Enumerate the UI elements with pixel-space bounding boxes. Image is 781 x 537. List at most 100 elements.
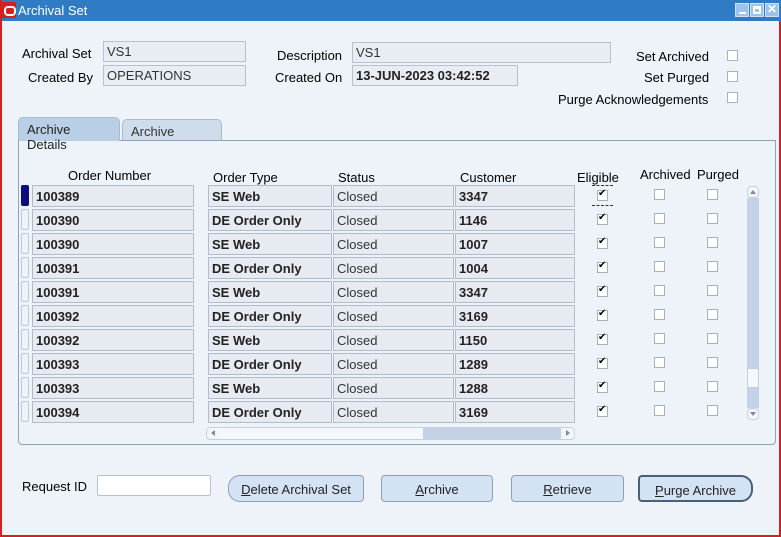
scroll-right-icon[interactable] [562, 428, 574, 439]
customer-cell[interactable]: 3347 [455, 281, 575, 303]
customer-cell[interactable]: 3169 [455, 305, 575, 327]
title-bar[interactable]: Archival Set [2, 0, 781, 21]
archival-set-field[interactable]: VS1 [103, 41, 246, 62]
order-type-cell[interactable]: DE Order Only [208, 401, 332, 423]
order-number-cell[interactable]: 100393 [32, 377, 194, 399]
status-cell[interactable]: Closed [333, 329, 454, 351]
customer-cell[interactable]: 1288 [455, 377, 575, 399]
purged-checkbox[interactable] [707, 357, 718, 368]
eligible-checkbox[interactable] [597, 260, 608, 273]
row-indicator[interactable] [21, 281, 29, 302]
status-cell[interactable]: Closed [333, 185, 454, 207]
minimize-icon[interactable] [735, 3, 749, 17]
scroll-down-icon[interactable] [747, 408, 759, 420]
customer-cell[interactable]: 3347 [455, 185, 575, 207]
archived-checkbox[interactable] [654, 285, 665, 296]
order-type-cell[interactable]: SE Web [208, 281, 332, 303]
archived-checkbox[interactable] [654, 309, 665, 320]
order-number-cell[interactable]: 100391 [32, 281, 194, 303]
archived-checkbox[interactable] [654, 237, 665, 248]
eligible-checkbox[interactable] [597, 212, 608, 225]
tab-archive-details[interactable]: Archive Details [18, 117, 120, 152]
archived-checkbox[interactable] [654, 381, 665, 392]
purge-archive-button[interactable]: Purge Archive [638, 475, 753, 502]
purged-checkbox[interactable] [707, 213, 718, 224]
row-indicator[interactable] [21, 185, 29, 206]
order-type-cell[interactable]: DE Order Only [208, 305, 332, 327]
created-on-field[interactable]: 13-JUN-2023 03:42:52 [352, 65, 518, 86]
scroll-up-icon[interactable] [747, 186, 759, 198]
order-type-cell[interactable]: SE Web [208, 185, 332, 207]
status-cell[interactable]: Closed [333, 305, 454, 327]
order-type-cell[interactable]: DE Order Only [208, 209, 332, 231]
order-number-cell[interactable]: 100393 [32, 353, 194, 375]
archive-button[interactable]: Archive [381, 475, 493, 502]
purged-checkbox[interactable] [707, 333, 718, 344]
order-number-cell[interactable]: 100391 [32, 257, 194, 279]
purged-checkbox[interactable] [707, 261, 718, 272]
purged-checkbox[interactable] [707, 381, 718, 392]
status-cell[interactable]: Closed [333, 353, 454, 375]
row-indicator[interactable] [21, 257, 29, 278]
vertical-scrollbar[interactable] [747, 186, 759, 420]
order-type-cell[interactable]: SE Web [208, 329, 332, 351]
archived-checkbox[interactable] [654, 405, 665, 416]
eligible-checkbox[interactable] [597, 380, 608, 393]
eligible-checkbox[interactable] [597, 404, 608, 417]
status-cell[interactable]: Closed [333, 377, 454, 399]
order-number-cell[interactable]: 100394 [32, 401, 194, 423]
eligible-checkbox[interactable] [597, 188, 608, 201]
row-indicator[interactable] [21, 401, 29, 422]
archived-checkbox[interactable] [654, 333, 665, 344]
purged-checkbox[interactable] [707, 285, 718, 296]
status-cell[interactable]: Closed [333, 233, 454, 255]
eligible-checkbox[interactable] [597, 356, 608, 369]
purged-checkbox[interactable] [707, 189, 718, 200]
purged-checkbox[interactable] [707, 237, 718, 248]
row-indicator[interactable] [21, 209, 29, 230]
status-cell[interactable]: Closed [333, 401, 454, 423]
customer-cell[interactable]: 1289 [455, 353, 575, 375]
scroll-thumb[interactable] [747, 368, 759, 388]
retrieve-button[interactable]: Retrieve [511, 475, 624, 502]
order-type-cell[interactable]: DE Order Only [208, 353, 332, 375]
horizontal-scroll-track[interactable] [423, 428, 561, 439]
eligible-checkbox[interactable] [597, 284, 608, 297]
customer-cell[interactable]: 3169 [455, 401, 575, 423]
close-icon[interactable] [765, 2, 779, 17]
row-indicator[interactable] [21, 305, 29, 326]
horizontal-scroll-thumb[interactable] [220, 428, 422, 439]
scroll-left-icon[interactable] [207, 428, 219, 439]
eligible-checkbox[interactable] [597, 236, 608, 249]
order-type-cell[interactable]: SE Web [208, 377, 332, 399]
eligible-checkbox[interactable] [597, 308, 608, 321]
order-number-cell[interactable]: 100392 [32, 305, 194, 327]
customer-cell[interactable]: 1150 [455, 329, 575, 351]
customer-cell[interactable]: 1007 [455, 233, 575, 255]
order-number-cell[interactable]: 100390 [32, 233, 194, 255]
request-id-input[interactable] [97, 475, 211, 496]
created-by-field[interactable]: OPERATIONS [103, 65, 246, 86]
archived-checkbox[interactable] [654, 357, 665, 368]
row-indicator[interactable] [21, 233, 29, 254]
order-number-cell[interactable]: 100389 [32, 185, 194, 207]
order-type-cell[interactable]: SE Web [208, 233, 332, 255]
set-purged-checkbox[interactable] [727, 71, 738, 82]
purged-checkbox[interactable] [707, 405, 718, 416]
row-indicator[interactable] [21, 377, 29, 398]
status-cell[interactable]: Closed [333, 209, 454, 231]
customer-cell[interactable]: 1146 [455, 209, 575, 231]
purge-acknowledgements-checkbox[interactable] [727, 92, 738, 103]
eligible-checkbox[interactable] [597, 332, 608, 345]
customer-cell[interactable]: 1004 [455, 257, 575, 279]
archived-checkbox[interactable] [654, 213, 665, 224]
status-cell[interactable]: Closed [333, 281, 454, 303]
order-number-cell[interactable]: 100390 [32, 209, 194, 231]
description-field[interactable]: VS1 [352, 42, 611, 63]
purged-checkbox[interactable] [707, 309, 718, 320]
archived-checkbox[interactable] [654, 189, 665, 200]
tab-archive-criteria[interactable]: Archive Criteria [122, 119, 222, 154]
row-indicator[interactable] [21, 329, 29, 350]
archived-checkbox[interactable] [654, 261, 665, 272]
horizontal-scrollbar[interactable] [206, 427, 575, 440]
